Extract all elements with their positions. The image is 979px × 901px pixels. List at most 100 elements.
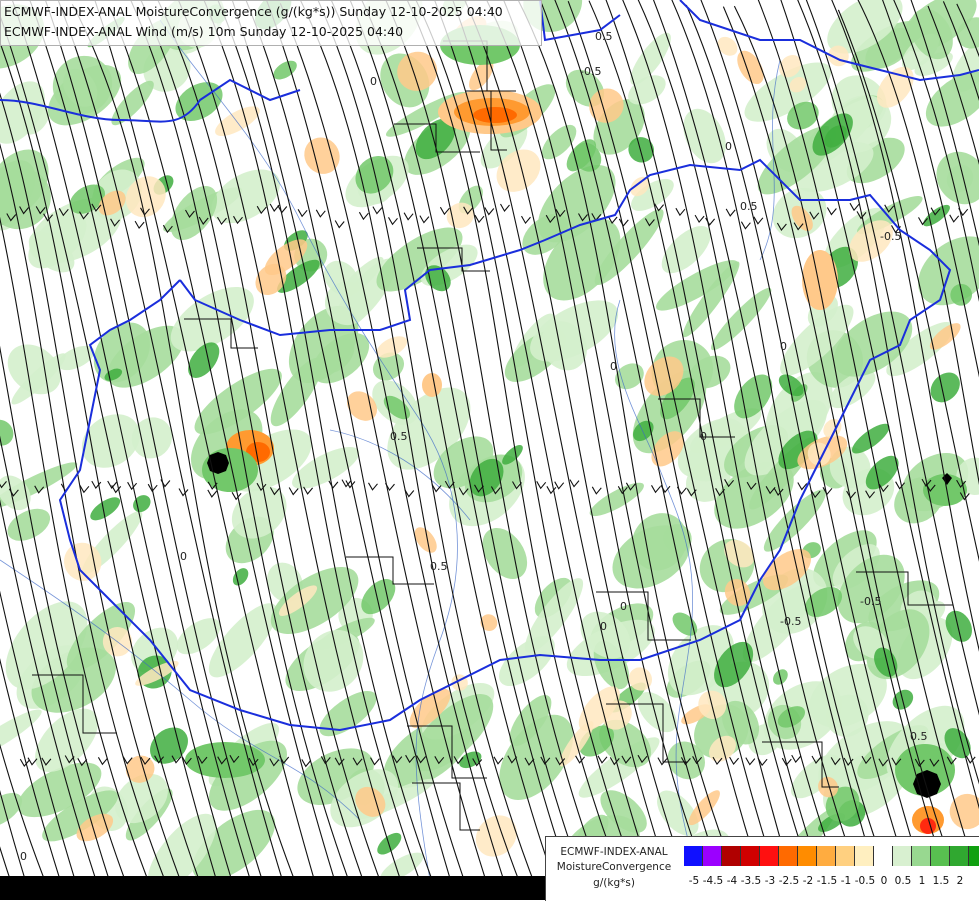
streamline-arrow [269, 203, 280, 212]
map-title-moisture: ECMWF-INDEX-ANAL MoistureConvergence (g/… [4, 4, 503, 19]
divergence-blob [737, 50, 764, 85]
streamline-arrow [388, 217, 398, 226]
contour-label: 0 [725, 140, 732, 153]
streamline-arrow [536, 481, 547, 490]
streamline-arrow [301, 759, 312, 768]
contour-label: -0.5 [580, 65, 601, 78]
streamline-arrow [372, 206, 383, 215]
contour-label: 0 [370, 75, 377, 88]
strong-convergence-blob [232, 568, 249, 586]
streamline [975, 0, 979, 900]
streamline-arrow [965, 755, 976, 764]
streamline-arrow [618, 218, 629, 227]
streamline-arrow [500, 203, 510, 212]
feature-blob [422, 373, 442, 397]
colorbar-swatch [931, 846, 950, 866]
streamline-arrow [328, 480, 339, 489]
colorbar-swatch [798, 846, 817, 866]
contour-label: 0 [600, 620, 607, 633]
colorbar-swatch [722, 846, 741, 866]
colorbar-swatch [950, 846, 969, 866]
convergence-blob [499, 635, 555, 687]
map-title-panel: ECMWF-INDEX-ANAL MoistureConvergence (g/… [0, 0, 542, 46]
contour-label: 0.5 [910, 730, 928, 743]
streamline-arrow [334, 220, 345, 229]
colorbar-swatch [817, 846, 836, 866]
contour-label: -0.5 [860, 595, 881, 608]
contour-label: -0.5 [780, 615, 801, 628]
contour-label: 0 [700, 430, 707, 443]
divergence-blob [304, 137, 340, 174]
colorbar-swatch [969, 846, 979, 866]
moisture-convergence-map: 0-0.50.5000.5-0.500.50-0.500.50-0.5000.5… [0, 0, 979, 900]
contour-label: -0.5 [880, 230, 901, 243]
bottom-black-bar [0, 876, 545, 900]
streamline-arrow [474, 214, 485, 224]
strong-convergence-blob [923, 204, 950, 227]
colorbar-swatch [779, 846, 798, 866]
streamline-arrow [521, 215, 531, 225]
streamline-arrow [315, 209, 326, 218]
streamline-arrow [277, 205, 288, 214]
contour-label: 0 [20, 850, 27, 863]
streamline-arrow [694, 214, 705, 224]
streamline-arrow [791, 754, 802, 764]
strong-convergence-blob [0, 419, 14, 446]
divergence-blob [949, 793, 979, 830]
strong-convergence-blob [851, 423, 890, 454]
streamline-arrow [134, 220, 145, 230]
colorbar-swatch [912, 846, 931, 866]
legend-title-variable: MoistureConvergence [556, 861, 672, 873]
contour-label: 0.5 [740, 200, 758, 213]
streamline-arrow [358, 211, 369, 221]
streamline-arrow [651, 485, 661, 494]
streamline-arrow [675, 207, 686, 217]
streamline-arrow [231, 492, 242, 501]
streamline-arrow [949, 214, 960, 223]
streamline-arrow [826, 207, 837, 216]
contour-label: 0 [620, 600, 627, 613]
streamline-arrow [178, 488, 189, 497]
colorbar-swatch [760, 846, 779, 866]
streamline-arrow [740, 221, 751, 230]
streamline-arrow [591, 486, 602, 495]
streamline-arrow [484, 207, 495, 216]
colorbar-swatch [703, 846, 722, 866]
moisture-convergence-fill [0, 0, 979, 897]
contour-label: 0.5 [390, 430, 408, 443]
streamline-arrow [403, 212, 414, 221]
streamline-arrow [297, 209, 308, 218]
colorbar-legend: ECMWF-INDEX-ANAL MoistureConvergence g/(… [545, 836, 979, 901]
station-marker [913, 770, 941, 798]
colorbar-swatch [874, 846, 893, 866]
colorbar-swatch [893, 846, 912, 866]
feature-blob [920, 818, 936, 834]
convergence-blob [482, 527, 528, 580]
divergence-blob [215, 106, 260, 137]
convergence-blob [81, 414, 140, 468]
streamline-arrow [288, 487, 299, 496]
streamline-arrow [368, 482, 378, 491]
streamline-arrow [207, 489, 218, 498]
contour-label: 0 [780, 340, 787, 353]
streamline-arrow [657, 757, 668, 766]
streamline-arrow [753, 216, 764, 225]
streamline-arrow [147, 483, 158, 493]
streamline-arrow [597, 755, 608, 764]
streamline-arrow [849, 202, 860, 212]
legend-title-units: g/(kg*s) [593, 877, 635, 889]
streamline-arrow [493, 756, 504, 765]
strong-convergence-blob [133, 495, 151, 513]
streamline-arrow [729, 756, 740, 766]
streamline-arrow [419, 215, 430, 224]
streamline-arrow [569, 479, 580, 488]
streamline-arrow [725, 208, 736, 217]
colorbar-swatch [684, 846, 703, 866]
station-marker [207, 452, 229, 474]
legend-title-model: ECMWF-INDEX-ANAL [560, 846, 668, 858]
colorbar-swatch [855, 846, 874, 866]
colorbar-tick-label: 2 [956, 875, 964, 887]
colorbar-swatch [741, 846, 760, 866]
contour-label: 0.5 [595, 30, 613, 43]
colorbar-swatch [836, 846, 855, 866]
